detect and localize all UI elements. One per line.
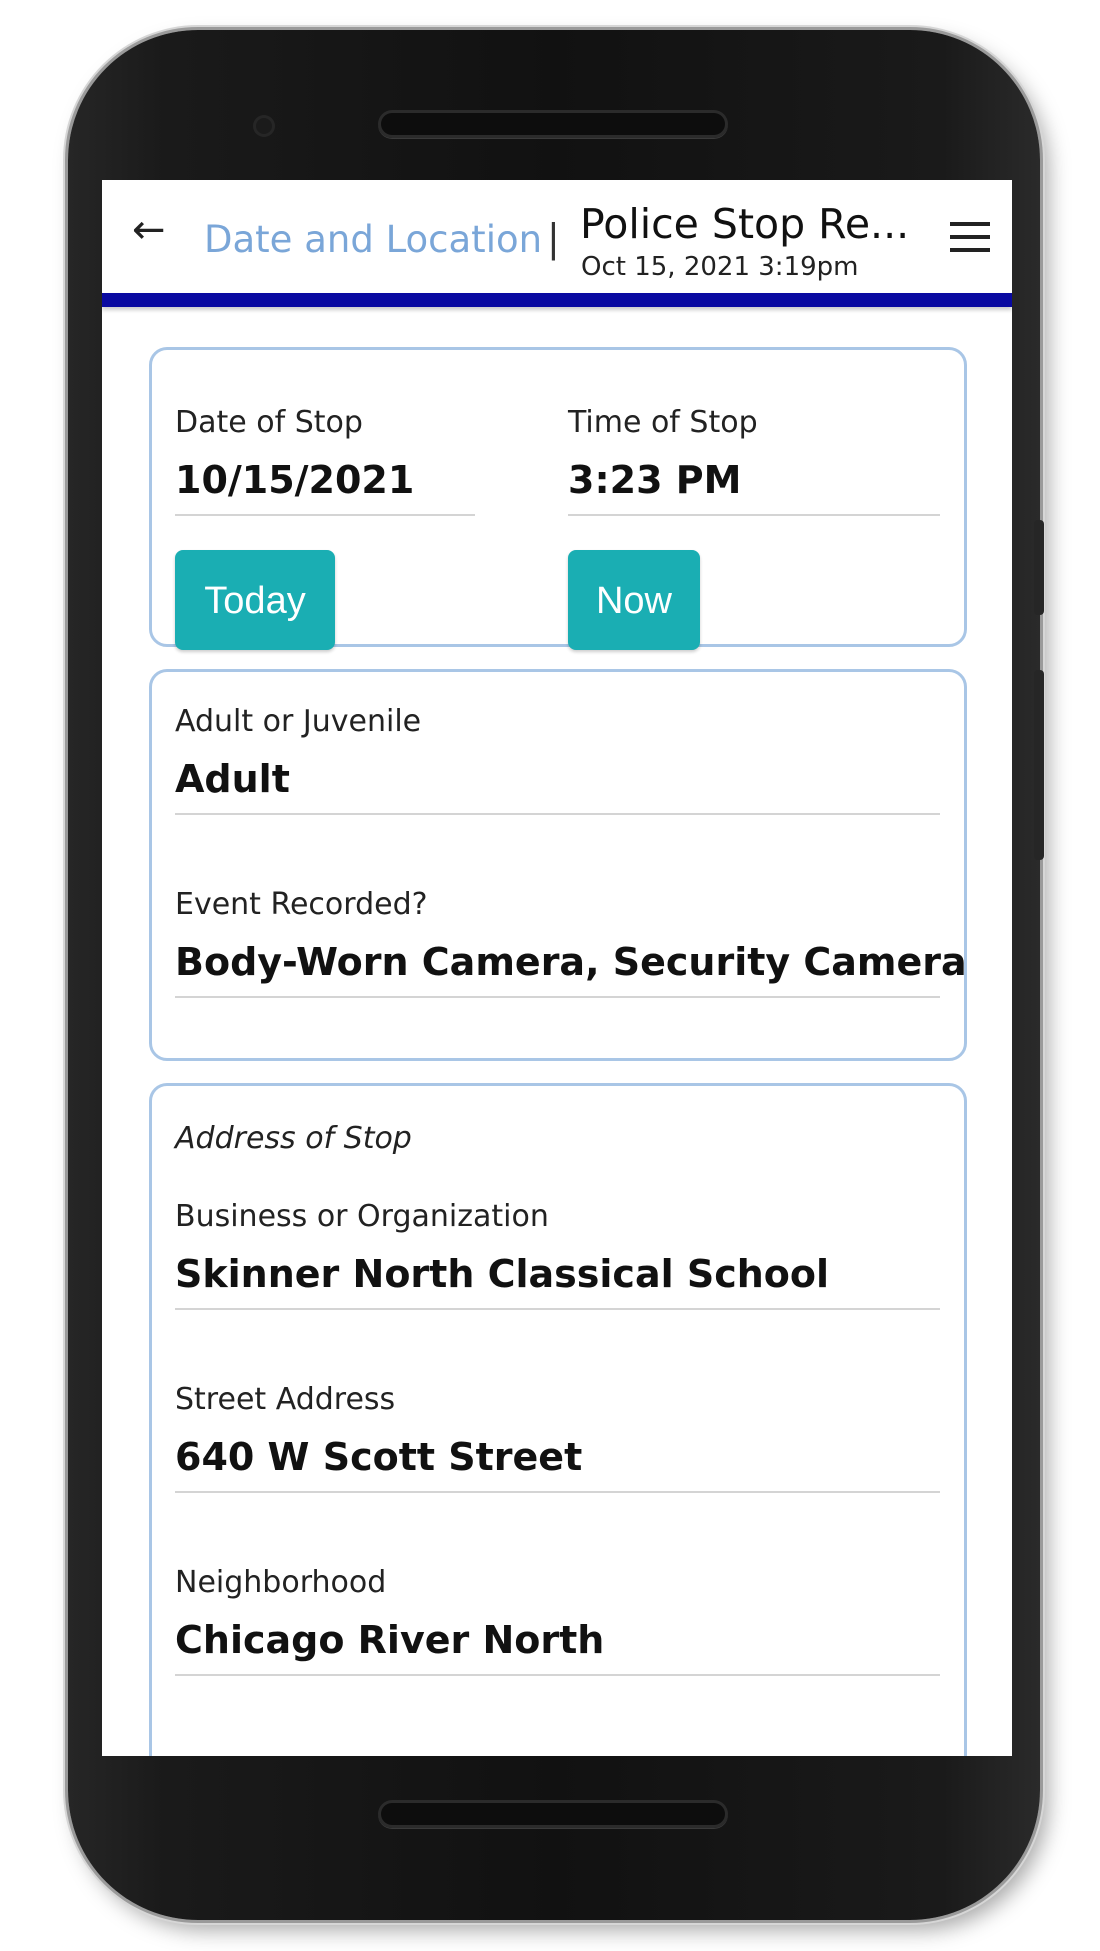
time-of-stop-label: Time of Stop [568,405,758,440]
date-of-stop-value[interactable]: 10/15/2021 [175,458,475,502]
neighborhood-underline [175,1674,940,1676]
phone-power-button [1034,670,1044,860]
street-address-underline [175,1491,940,1493]
left-arrow-icon[interactable]: ← [132,210,166,250]
adult-or-juvenile-value[interactable]: Adult [175,757,940,801]
breadcrumb[interactable]: Date and Location [204,218,542,261]
time-of-stop-field[interactable]: Time of Stop 3:23 PM [568,405,940,516]
business-value[interactable]: Skinner North Classical School [175,1252,940,1296]
event-recorded-underline [175,996,940,998]
subject-card: Adult or Juvenile Adult Event Recorded? … [149,669,967,1061]
today-button[interactable]: Today [175,550,335,650]
neighborhood-field[interactable]: Neighborhood Chicago River North [175,1565,940,1676]
event-recorded-label: Event Recorded? [175,887,428,922]
page-title: Police Stop Re... [580,200,910,248]
adult-or-juvenile-field[interactable]: Adult or Juvenile Adult [175,704,940,815]
phone-frame: ← Date and Location | Police Stop Re... … [68,30,1044,1920]
street-address-field[interactable]: Street Address 640 W Scott Street [175,1382,940,1493]
report-timestamp: Oct 15, 2021 3:19pm [581,252,859,282]
breadcrumb-separator: | [547,216,560,260]
header-accent-bar [102,293,1012,307]
business-underline [175,1308,940,1310]
street-address-label: Street Address [175,1382,396,1417]
neighborhood-label: Neighborhood [175,1565,387,1600]
date-of-stop-underline [175,514,475,516]
adult-or-juvenile-label: Adult or Juvenile [175,704,422,739]
phone-volume-button [1034,520,1044,615]
event-recorded-value[interactable]: Body-Worn Camera, Security Camera [175,940,967,984]
form-content[interactable]: Date of Stop 10/15/2021 Time of Stop 3:2… [102,307,1012,1756]
hamburger-menu-icon[interactable] [950,222,990,252]
date-time-card: Date of Stop 10/15/2021 Time of Stop 3:2… [149,347,967,650]
adult-or-juvenile-underline [175,813,940,815]
top-speaker [378,110,728,138]
business-field[interactable]: Business or Organization Skinner North C… [175,1199,940,1310]
app-header: ← Date and Location | Police Stop Re... … [102,180,1012,293]
time-of-stop-value[interactable]: 3:23 PM [568,458,940,502]
date-of-stop-field[interactable]: Date of Stop 10/15/2021 [175,405,475,516]
now-button[interactable]: Now [568,550,700,650]
business-label: Business or Organization [175,1199,549,1234]
time-of-stop-underline [568,514,940,516]
bottom-speaker [378,1800,728,1828]
app-screen: ← Date and Location | Police Stop Re... … [102,180,1012,1756]
address-section-title: Address of Stop [175,1121,412,1156]
address-card: Address of Stop Business or Organization… [149,1083,967,1756]
street-address-value[interactable]: 640 W Scott Street [175,1435,940,1479]
event-recorded-field[interactable]: Event Recorded? Body-Worn Camera, Securi… [175,887,967,998]
date-of-stop-label: Date of Stop [175,405,363,440]
neighborhood-value[interactable]: Chicago River North [175,1618,940,1662]
front-camera [253,115,275,137]
